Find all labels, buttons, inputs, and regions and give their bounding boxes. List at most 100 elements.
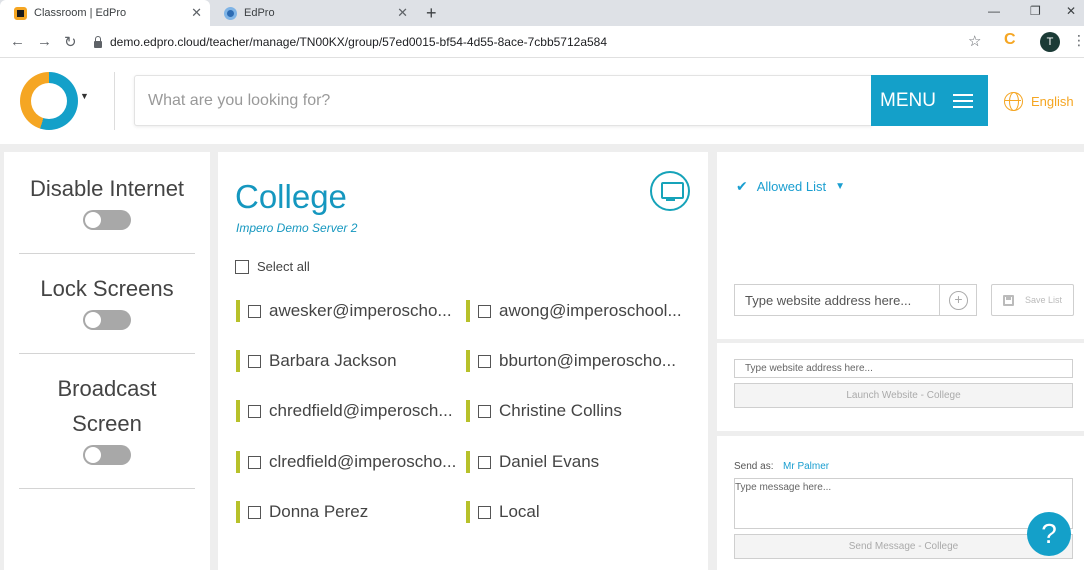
launch-website-panel: Type website address here... Launch Webs… (717, 343, 1084, 431)
reload-icon[interactable]: ↻ (64, 33, 77, 51)
edpro-favicon-icon (14, 6, 27, 20)
checkbox-icon[interactable] (478, 404, 491, 418)
send-as-label: Send as: (734, 461, 774, 472)
student-name: Donna Perez (269, 502, 369, 521)
lock-screens-toggle[interactable] (83, 310, 131, 330)
logo-dropdown-icon[interactable]: ▼ (80, 91, 89, 101)
status-bar (236, 350, 240, 372)
status-bar (236, 400, 240, 422)
sender-name[interactable]: Mr Palmer (783, 461, 829, 472)
browser-tab-bar: Classroom | EdPro ✕ EdPro ✕ + — ❐ ✕ (0, 0, 1084, 26)
chevron-down-icon: ▼ (835, 181, 846, 192)
save-list-button[interactable]: Save List (991, 284, 1074, 316)
close-tab-icon[interactable]: ✕ (397, 5, 408, 21)
header-divider (114, 72, 115, 130)
tab-edpro[interactable]: EdPro ✕ (210, 0, 416, 26)
extension-icon[interactable]: C (1004, 31, 1016, 49)
browser-menu-icon[interactable]: ⋮ (1072, 32, 1084, 49)
view-screens-icon[interactable] (650, 171, 690, 211)
allowed-list-dropdown[interactable]: ✔ Allowed List ▼ (736, 178, 845, 195)
divider (19, 353, 195, 354)
checkbox-icon[interactable] (248, 354, 261, 368)
control-label-line1: Broadcast (57, 376, 157, 401)
student-name: Barbara Jackson (269, 351, 397, 370)
url-field[interactable]: demo.edpro.cloud/teacher/manage/TN00KX/g… (94, 30, 994, 54)
student-item[interactable]: chredfield@imperosch... (236, 396, 462, 426)
app-header: ▼ What are you looking for? MENU English (0, 58, 1084, 144)
profile-avatar[interactable]: T (1040, 32, 1060, 52)
restore-icon[interactable]: ❐ (1030, 4, 1041, 18)
student-name: chredfield@imperosch... (269, 401, 453, 420)
student-name: Daniel Evans (499, 452, 600, 471)
student-name: Local (499, 502, 540, 521)
message-textarea[interactable]: Type message here... (734, 478, 1073, 529)
student-item[interactable]: Christine Collins (466, 396, 690, 426)
checkbox-icon[interactable] (248, 455, 261, 469)
check-icon: ✔ (736, 178, 748, 194)
group-title: College (235, 178, 347, 215)
bookmark-star-icon[interactable]: ☆ (968, 32, 981, 50)
help-button[interactable]: ? (1027, 512, 1071, 556)
back-icon[interactable]: ← (10, 33, 25, 50)
status-bar (466, 300, 470, 322)
disable-internet-toggle[interactable] (83, 210, 131, 230)
checkbox-icon[interactable] (478, 354, 491, 368)
broadcast-screen-control: Broadcast Screen (19, 371, 195, 465)
lock-icon (94, 35, 102, 48)
chrome-favicon-icon (224, 6, 237, 20)
checkbox-icon[interactable] (248, 404, 261, 418)
controls-panel: Disable Internet Lock Screens Broadcast … (4, 152, 210, 570)
allowed-website-input[interactable]: Type website address here... (734, 284, 940, 316)
url-text: demo.edpro.cloud/teacher/manage/TN00KX/g… (110, 35, 608, 49)
search-input[interactable]: What are you looking for? (134, 75, 872, 126)
control-label: Lock Screens (40, 276, 174, 301)
select-all-label: Select all (257, 259, 310, 274)
launch-website-input[interactable]: Type website address here... (734, 359, 1073, 378)
forward-icon[interactable]: → (37, 33, 52, 50)
menu-button[interactable]: MENU (871, 75, 988, 126)
student-item[interactable]: bburton@imperoscho... (466, 346, 690, 376)
send-message-panel: Send as: Mr Palmer Type message here... … (717, 436, 1084, 570)
close-tab-icon[interactable]: ✕ (191, 5, 202, 21)
divider (19, 253, 195, 254)
checkbox-icon[interactable] (478, 304, 491, 318)
broadcast-screen-toggle[interactable] (83, 445, 131, 465)
checkbox-icon[interactable] (478, 455, 491, 469)
checkbox-icon[interactable] (248, 304, 261, 318)
student-item[interactable]: Barbara Jackson (236, 346, 462, 376)
new-tab-icon[interactable]: + (426, 3, 437, 24)
student-name: clredfield@imperoscho... (269, 452, 457, 471)
server-name: Impero Demo Server 2 (236, 221, 358, 235)
globe-icon[interactable] (1004, 92, 1023, 111)
close-window-icon[interactable]: ✕ (1066, 4, 1076, 18)
status-bar (466, 350, 470, 372)
tab-classroom[interactable]: Classroom | EdPro ✕ (0, 0, 210, 26)
select-all-checkbox[interactable]: Select all (235, 259, 310, 274)
edpro-logo[interactable] (20, 72, 78, 130)
menu-label: MENU (880, 89, 936, 111)
student-name: bburton@imperoscho... (499, 351, 676, 370)
checkbox-icon[interactable] (248, 505, 261, 519)
add-website-button[interactable] (940, 284, 977, 316)
hamburger-icon (953, 94, 973, 108)
address-bar: ← → ↻ demo.edpro.cloud/teacher/manage/TN… (0, 26, 1084, 58)
student-name: awesker@imperoscho... (269, 301, 452, 320)
student-item[interactable]: clredfield@imperoscho... (236, 447, 462, 477)
language-selector[interactable]: English (1031, 94, 1074, 109)
allowed-list-panel: ✔ Allowed List ▼ Type website address he… (717, 152, 1084, 339)
student-name: Christine Collins (499, 401, 622, 420)
checkbox-icon[interactable] (478, 505, 491, 519)
student-item[interactable]: Donna Perez (236, 497, 462, 527)
student-name: awong@imperoschool... (499, 301, 682, 320)
minimize-icon[interactable]: — (988, 4, 1000, 18)
student-item[interactable]: awong@imperoschool... (466, 296, 690, 326)
send-message-button[interactable]: Send Message - College (734, 534, 1073, 559)
student-item[interactable]: Daniel Evans (466, 447, 690, 477)
divider (19, 488, 195, 489)
launch-website-button[interactable]: Launch Website - College (734, 383, 1073, 408)
student-item[interactable]: Local (466, 497, 690, 527)
save-list-label: Save List (1024, 295, 1063, 305)
student-item[interactable]: awesker@imperoscho... (236, 296, 462, 326)
control-label-line2: Screen (72, 411, 142, 436)
status-bar (466, 451, 470, 473)
